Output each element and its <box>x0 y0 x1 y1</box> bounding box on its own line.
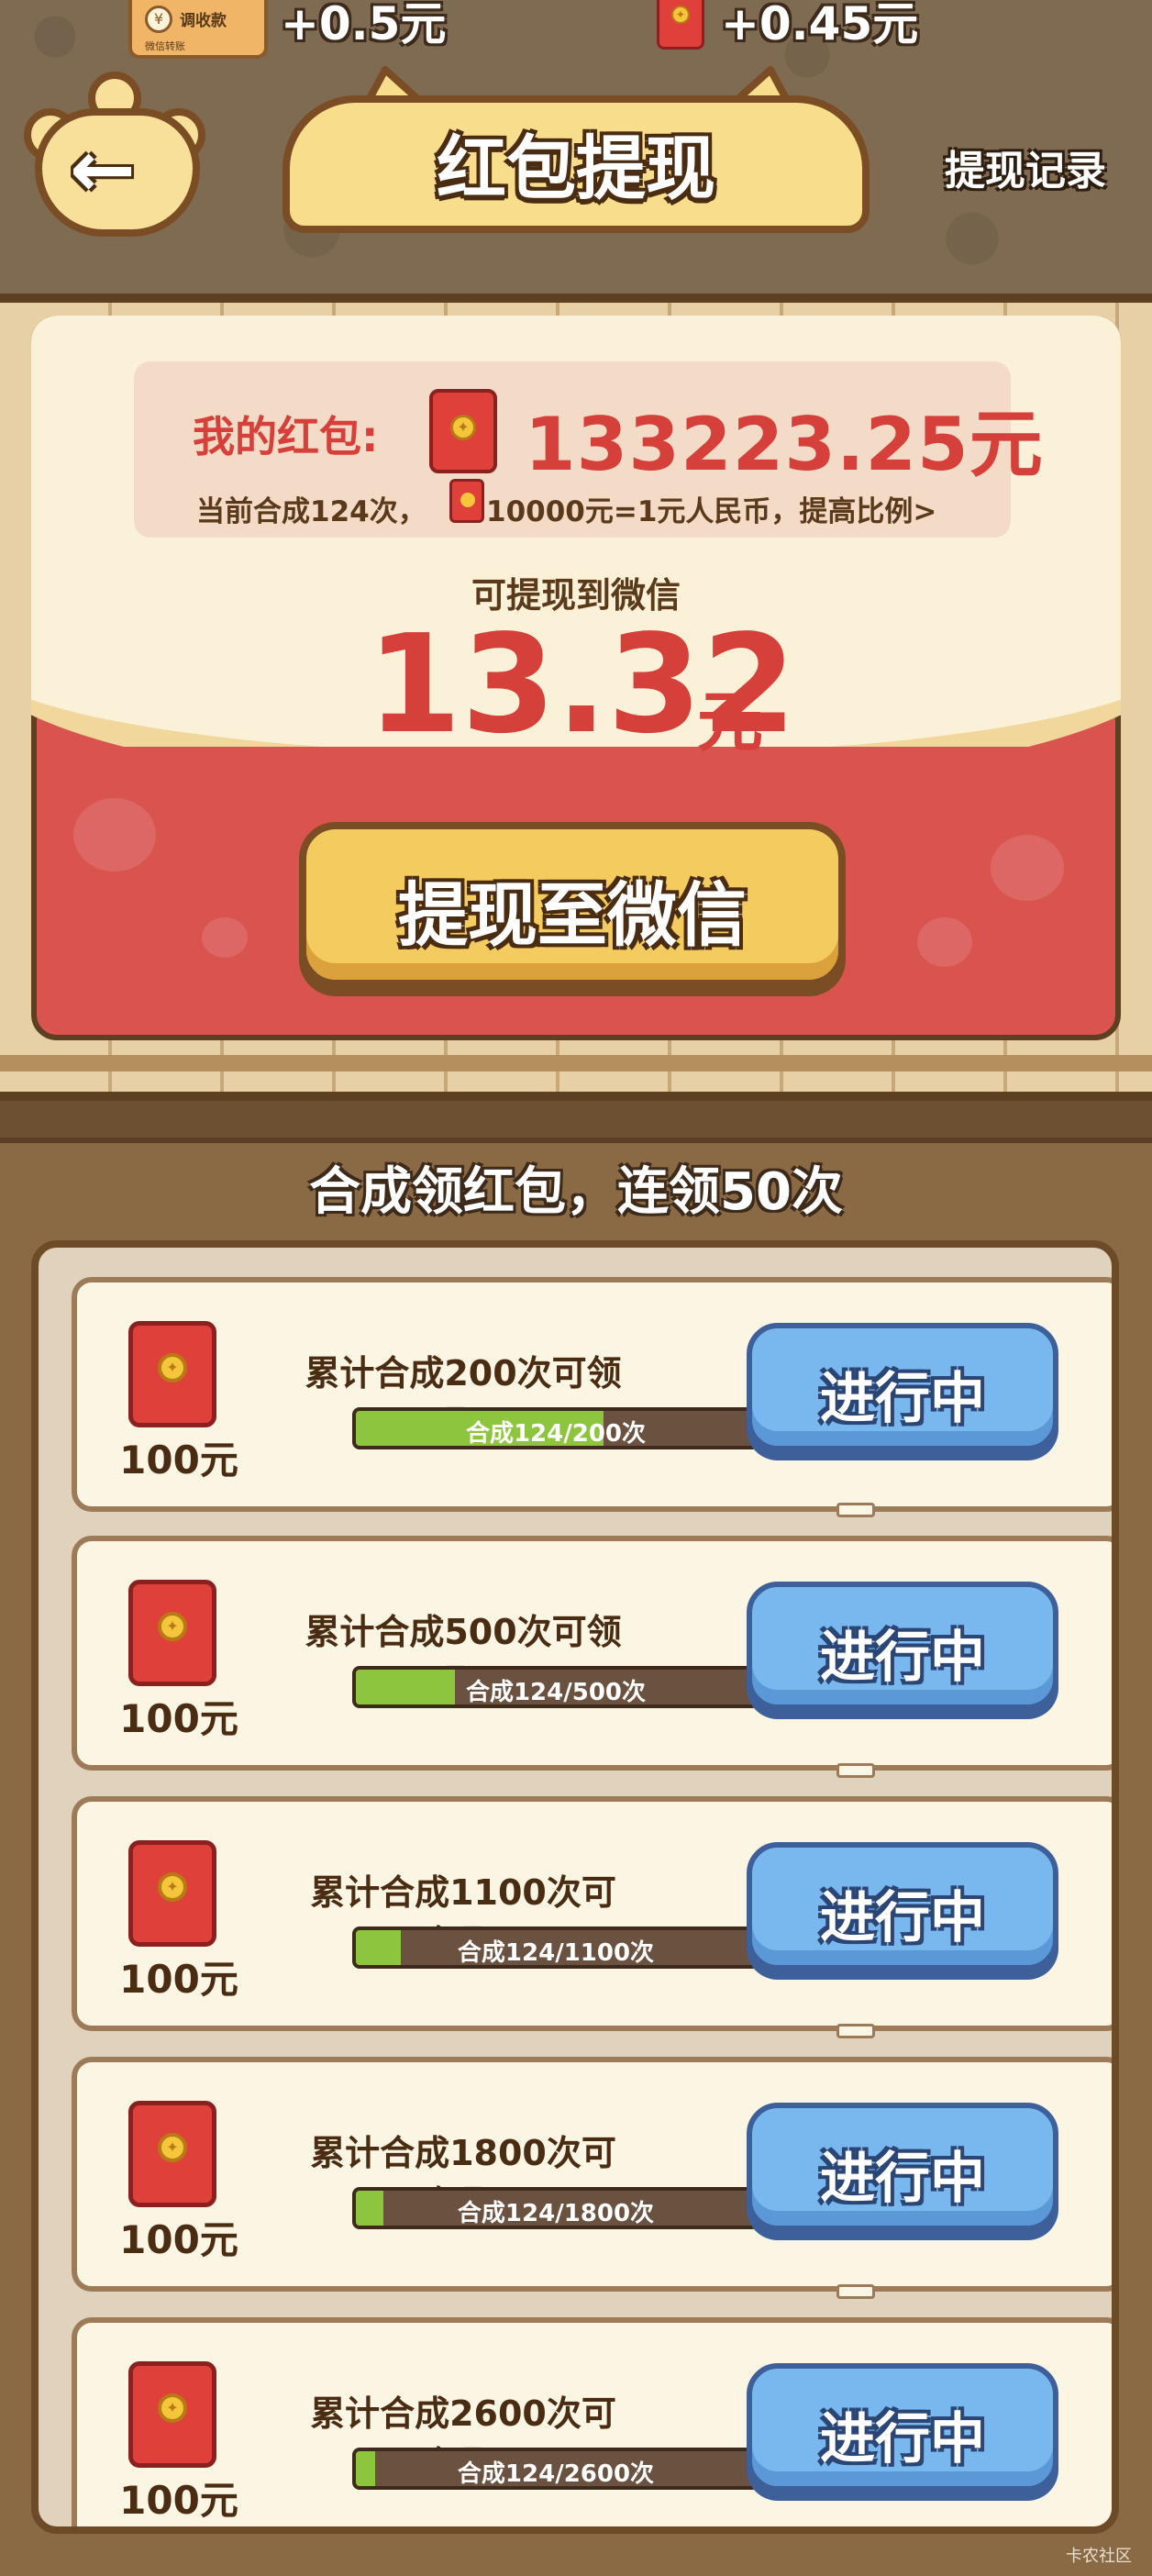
envelope-balance: 133223.25元 <box>525 402 1044 487</box>
task-reward: 100元 <box>119 1438 238 1482</box>
top-amount-right: +0.45元 <box>721 0 919 50</box>
red-envelope-icon: ✦ <box>128 2101 216 2207</box>
task-status-button[interactable]: 进行中 <box>747 2363 1058 2492</box>
merge-count-text: 当前合成124次， <box>196 495 426 528</box>
page-title: 红包提现 <box>437 128 715 209</box>
task-status-label: 进行中 <box>820 1626 985 1690</box>
task-reward: 100元 <box>119 2217 238 2262</box>
task-connector <box>836 2284 875 2299</box>
red-envelope-icon: ✦ <box>429 389 497 473</box>
top-amount-left: +0.5元 <box>281 0 447 50</box>
task-progress-bar: 合成124/1800次 <box>352 2187 759 2229</box>
collect-badge-subtitle: 微信转账 <box>145 40 185 52</box>
collect-badge-title: 调收款 <box>180 12 227 30</box>
red-envelope-icon: ✦ <box>128 1321 216 1427</box>
tasks-panel: ✦ 100元 累计合成200次可领取 合成124/200次 进行中 ✦ 100元… <box>31 1240 1119 2534</box>
withdraw-to-wechat-button[interactable]: 提现至微信 <box>299 822 846 987</box>
task-row: ✦ 100元 累计合成1800次可领取 合成124/1800次 进行中 <box>72 2057 1112 2292</box>
red-envelope-icon: ✦ <box>128 2361 216 2468</box>
red-envelope-icon: ✦ <box>128 1580 216 1686</box>
my-envelope-label: 我的红包: <box>193 412 379 461</box>
task-status-label: 进行中 <box>820 1367 985 1431</box>
task-status-label: 进行中 <box>820 1886 985 1950</box>
task-reward: 100元 <box>119 1957 238 2002</box>
exchange-rate-link[interactable]: 10000元=1元人民币，提高比例> <box>486 488 936 529</box>
task-progress-bar: 合成124/500次 <box>352 1666 759 1708</box>
task-connector <box>836 2024 875 2038</box>
task-status-button[interactable]: 进行中 <box>747 2103 1058 2231</box>
task-status-button[interactable]: 进行中 <box>747 1582 1058 1710</box>
back-button[interactable]: ← <box>18 72 211 242</box>
withdraw-unit: 元 <box>697 683 764 761</box>
task-status-label: 进行中 <box>820 2147 985 2211</box>
red-envelope-icon: ✦ <box>128 1840 216 1947</box>
task-progress-bar: 合成124/1100次 <box>352 1926 759 1969</box>
withdraw-button-label: 提现至微信 <box>398 874 747 956</box>
tasks-section-title: 合成领红包，连领50次 <box>309 1162 843 1222</box>
task-progress-label: 合成124/500次 <box>465 1679 647 1706</box>
task-status-button[interactable]: 进行中 <box>747 1842 1058 1971</box>
task-row: ✦ 100元 累计合成500次可领取 合成124/500次 进行中 <box>72 1536 1112 1771</box>
withdraw-record-link[interactable]: 提现记录 <box>945 138 1106 196</box>
task-progress-label: 合成124/1800次 <box>457 2200 655 2227</box>
task-reward: 100元 <box>119 2478 238 2523</box>
task-progress-label: 合成124/1100次 <box>457 1939 655 1967</box>
red-envelope-icon <box>449 479 484 523</box>
task-reward: 100元 <box>119 1696 238 1741</box>
task-status-button[interactable]: 进行中 <box>747 1323 1058 1451</box>
watermark: 卡农社区 <box>1066 2547 1132 2566</box>
task-row: ✦ 100元 累计合成1100次可领取 合成124/1100次 进行中 <box>72 1796 1112 2031</box>
collect-badge[interactable]: ¥ 调收款 微信转账 <box>128 0 268 59</box>
task-connector <box>836 1763 875 1778</box>
task-progress-label: 合成124/200次 <box>465 1420 647 1448</box>
task-status-label: 进行中 <box>820 2407 985 2471</box>
task-progress-bar: 合成124/2600次 <box>352 2448 759 2490</box>
arrow-left-icon: ← <box>70 124 137 216</box>
red-envelope-icon: ✦ <box>657 0 704 50</box>
tasks-top-stripe <box>0 1101 1152 1143</box>
task-progress-label: 合成124/2600次 <box>457 2460 655 2488</box>
task-row: ✦ 100元 累计合成200次可领取 合成124/200次 进行中 <box>72 1277 1112 1512</box>
task-connector <box>836 1503 875 1517</box>
task-row: ✦ 100元 累计合成2600次可领取 合成124/2600次 进行中 <box>72 2317 1112 2526</box>
wood-stripe <box>0 1055 1152 1071</box>
task-progress-bar: 合成124/200次 <box>352 1407 759 1449</box>
coin-icon: ¥ <box>145 6 172 33</box>
